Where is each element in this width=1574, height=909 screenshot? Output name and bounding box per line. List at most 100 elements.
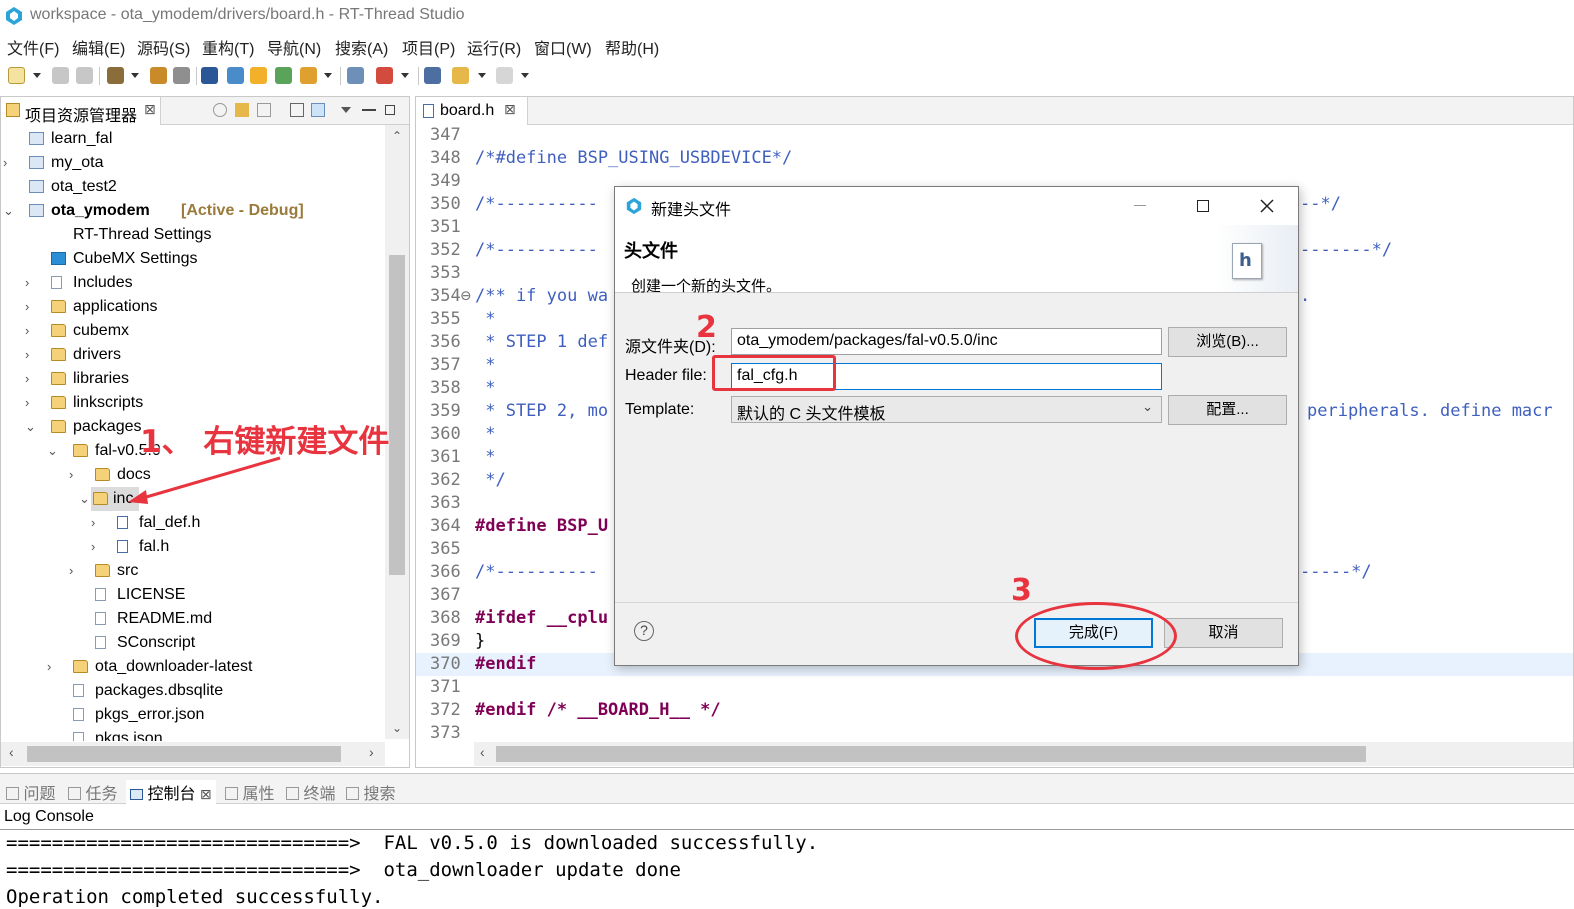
tree-item[interactable]: › linkscripts [1,391,385,415]
menu-source[interactable]: 源码(S) [137,35,190,59]
back-dropdown-icon[interactable] [478,73,486,78]
menu-refactor[interactable]: 重构(T) [202,35,254,59]
terminal-icon[interactable] [201,67,218,84]
tab-console[interactable]: 控制台 ⊠ [126,780,216,804]
tree-item[interactable]: LICENSE [1,583,385,607]
scroll-left-icon[interactable]: ‹ [9,744,14,760]
build-dropdown-icon[interactable] [131,73,139,78]
chevron-right-icon[interactable]: › [25,367,37,391]
tab-search[interactable]: 搜索 [346,780,395,804]
scroll-up-icon[interactable]: ⌃ [392,129,402,143]
build-icon[interactable] [107,67,124,84]
back-icon[interactable] [213,103,227,117]
outline-icon[interactable] [424,67,441,84]
new-icon[interactable] [8,67,25,84]
debug-icon[interactable] [227,67,244,84]
clean-icon[interactable] [173,67,190,84]
tree-item[interactable]: pkgs.json [1,727,385,741]
chevron-right-icon[interactable]: › [25,295,37,319]
tab-problems[interactable]: 问题 [6,780,55,804]
tab-tasks[interactable]: 任务 [68,780,117,804]
editor-horizontal-thumb[interactable] [496,746,1366,762]
help-icon[interactable]: ? [634,621,654,641]
tree-item[interactable]: › fal.h [1,535,385,559]
chevron-right-icon[interactable]: › [69,559,81,583]
tab-terminal[interactable]: 终端 [286,780,335,804]
tab-properties[interactable]: 属性 [225,780,274,804]
tree-item[interactable]: README.md [1,607,385,631]
flash-icon[interactable] [376,67,393,84]
chevron-right-icon[interactable]: › [3,151,15,175]
run-dropdown-icon[interactable] [324,73,332,78]
tab-board-h[interactable]: board.h ⊠ [416,97,528,125]
tree-item[interactable]: › Includes [1,271,385,295]
chevron-down-icon[interactable]: ⌄ [79,487,91,511]
close-icon[interactable] [1260,199,1274,213]
configure-button[interactable]: 配置... [1168,395,1287,425]
menu-edit[interactable]: 编辑(E) [72,35,125,59]
menu-file[interactable]: 文件(F) [7,35,59,59]
tree-item[interactable]: › ota_downloader-latest [1,655,385,679]
link-editor-icon[interactable] [311,103,325,117]
back-icon[interactable] [452,67,469,84]
scroll-right-icon[interactable]: › [369,744,374,760]
save-icon[interactable] [52,67,69,84]
tree-item[interactable]: › cubemx [1,319,385,343]
new-dropdown-icon[interactable] [33,73,41,78]
chevron-right-icon[interactable]: › [25,391,37,415]
download-icon[interactable] [250,67,267,84]
menu-help[interactable]: 帮助(H) [605,35,659,59]
chevron-down-icon[interactable]: ⌄ [47,439,59,463]
menu-project[interactable]: 项目(P) [402,35,455,59]
menu-run[interactable]: 运行(R) [467,35,521,59]
template-select[interactable]: 默认的 C 头文件模板 ⌄ [731,396,1162,423]
tab-project-explorer[interactable]: 项目资源管理器 ⊠ [1,97,161,125]
maximize-icon[interactable] [1197,200,1209,212]
tree-item[interactable]: › drivers [1,343,385,367]
tree-item[interactable]: packages.dbsqlite [1,679,385,703]
package-icon[interactable] [347,67,364,84]
close-icon[interactable]: ⊠ [200,786,212,802]
chevron-down-icon[interactable]: ⌄ [25,415,37,439]
forward-dropdown-icon[interactable] [521,73,529,78]
chevron-right-icon[interactable]: › [25,319,37,343]
minimize-icon[interactable] [1134,205,1146,206]
tree-item[interactable]: ota_test2 [1,175,385,199]
tree-item[interactable]: pkgs_error.json [1,703,385,727]
tree-item[interactable]: SConscript [1,631,385,655]
tree-item[interactable]: › my_ota [1,151,385,175]
chevron-right-icon[interactable]: › [25,343,37,367]
menu-navigate[interactable]: 导航(N) [267,35,321,59]
explorer-vertical-thumb[interactable] [389,255,405,575]
source-folder-input[interactable]: ota_ymodem/packages/fal-v0.5.0/inc [731,328,1162,355]
tree-item[interactable]: learn_fal [1,127,385,151]
sdk-manager-icon[interactable] [275,67,292,84]
close-icon[interactable]: ⊠ [144,101,156,118]
run-icon[interactable] [300,67,317,84]
view-menu-icon[interactable] [341,107,351,113]
scroll-down-icon[interactable]: ⌄ [392,721,402,735]
rebuild-icon[interactable] [150,67,167,84]
flash-dropdown-icon[interactable] [401,73,409,78]
save-all-icon[interactable] [76,67,93,84]
tree-item[interactable]: › applications [1,295,385,319]
chevron-right-icon[interactable]: › [91,511,103,535]
tree-item[interactable]: ⌄ ota_ymodem [Active - Debug] [1,199,385,223]
menu-window[interactable]: 窗口(W) [534,35,592,59]
maximize-icon[interactable] [385,105,395,115]
tree-item[interactable]: CubeMX Settings [1,247,385,271]
tree-item[interactable]: › src [1,559,385,583]
collapse-all-icon[interactable] [290,103,304,117]
cancel-button[interactable]: 取消 [1164,618,1283,648]
browse-button[interactable]: 浏览(B)... [1168,327,1287,357]
chevron-right-icon[interactable]: › [25,271,37,295]
tree-item[interactable]: › libraries [1,367,385,391]
tree-item[interactable]: RT-Thread Settings [1,223,385,247]
chevron-down-icon[interactable]: ⌄ [3,199,15,223]
chevron-right-icon[interactable]: › [91,535,103,559]
explorer-horizontal-thumb[interactable] [27,746,341,762]
minimize-icon[interactable] [362,103,376,111]
menu-search[interactable]: 搜索(A) [335,35,388,59]
forward-icon[interactable] [496,67,513,84]
scroll-left-icon[interactable]: ‹ [480,744,485,760]
